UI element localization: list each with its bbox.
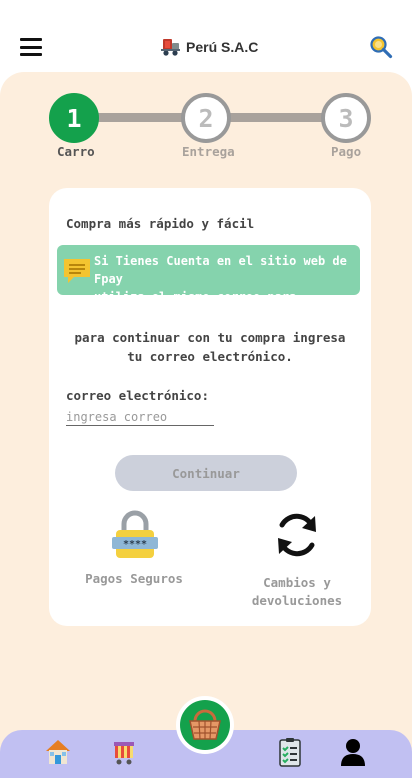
step-3-label: Pago xyxy=(331,144,362,159)
step-connector xyxy=(98,113,184,122)
notice-line-2: utiliza el mismo correo para Ingresar xyxy=(94,290,297,322)
returns-line-2: devoluciones xyxy=(251,593,343,608)
email-label: correo electrónico: xyxy=(66,388,209,403)
email-field[interactable] xyxy=(66,408,214,426)
store-icon[interactable] xyxy=(110,738,138,766)
step-3-circle[interactable]: 3 xyxy=(321,93,371,143)
instruction-line-2: tu correo electrónico. xyxy=(127,349,293,364)
returns-line-1: Cambios y xyxy=(263,575,331,590)
chat-message-icon xyxy=(64,259,90,283)
delivery-cart-icon xyxy=(161,39,180,56)
hamburger-menu-icon[interactable] xyxy=(20,38,42,56)
basket-icon xyxy=(189,709,221,740)
notice-line-1: Si Tienes Cuenta en el sitio web de Fpay xyxy=(94,254,347,286)
home-icon[interactable] xyxy=(44,738,72,766)
continue-button[interactable]: Continuar xyxy=(115,455,297,491)
notice-text: Si Tienes Cuenta en el sitio web de Fpay… xyxy=(94,252,359,324)
refresh-exchange-icon xyxy=(278,513,316,557)
top-bar: Perú S.A.C xyxy=(0,0,412,80)
instruction-line-1: para continuar con tu compra ingresa xyxy=(74,330,346,345)
returns-label: Cambios y devoluciones xyxy=(241,574,353,610)
instruction-text: para continuar con tu compra ingresa tu … xyxy=(69,328,351,366)
secure-padlock-icon: **** xyxy=(112,510,158,558)
step-1-label: Carro xyxy=(57,144,95,159)
svg-text:****: **** xyxy=(123,539,147,550)
user-profile-icon[interactable] xyxy=(340,737,366,767)
step-2-label: Entrega xyxy=(182,144,235,159)
login-card: Compra más rápido y fácil Si Tienes Cuen… xyxy=(49,188,371,626)
search-magnifier-icon[interactable] xyxy=(369,35,393,59)
orders-checklist-icon[interactable] xyxy=(276,737,304,767)
basket-button[interactable] xyxy=(176,696,234,754)
step-1-circle[interactable]: 1 xyxy=(49,93,99,143)
card-title: Compra más rápido y fácil xyxy=(66,216,255,231)
brand[interactable]: Perú S.A.C xyxy=(160,36,258,58)
step-connector xyxy=(228,113,324,122)
fpay-notice: Si Tienes Cuenta en el sitio web de Fpay… xyxy=(57,245,360,322)
step-2-circle[interactable]: 2 xyxy=(181,93,231,143)
brand-name: Perú S.A.C xyxy=(186,39,259,55)
secure-payments-label: Pagos Seguros xyxy=(85,571,183,586)
